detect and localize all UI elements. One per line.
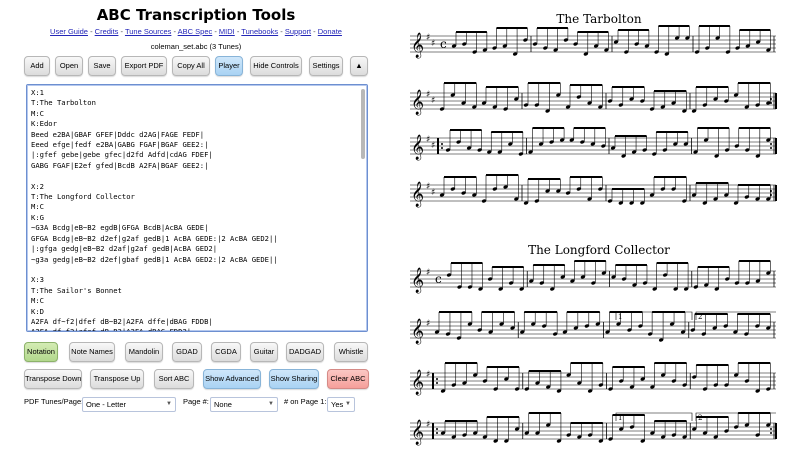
treble-clef-icon: 𝄞 [411,89,424,115]
sort-abc-button[interactable]: Sort ABC [154,369,194,389]
sharp-icon: ♯ [426,33,430,43]
link-support[interactable]: Support [285,27,311,36]
settings-button[interactable]: Settings [309,56,343,76]
repeat-dot [770,190,772,192]
save-button[interactable]: Save [88,56,116,76]
player-button[interactable]: Player [215,56,243,76]
gdad-button[interactable]: GDAD [172,342,202,362]
link-user-guide[interactable]: User Guide [50,27,88,36]
control-panel: ABC Transcription Tools User Guide - Cre… [0,0,392,459]
collapse-up-button[interactable]: ▲ [350,56,368,76]
dadgad-button[interactable]: DADGAD [286,342,324,362]
first-ending-number: 1 [618,414,622,422]
sharp-icon: ♯ [426,90,430,100]
editor-scrollbar[interactable] [361,89,365,159]
on-page-one-value: Yes [331,400,344,409]
repeat-dot [436,378,438,380]
repeat-dot [436,382,438,384]
on-page-one-label: # on Page 1: [284,397,327,406]
repeat-dot [770,428,772,430]
treble-clef-icon: 𝄞 [411,419,424,445]
treble-clef-icon: 𝄞 [411,32,424,58]
link-donate[interactable]: Donate [318,27,342,36]
sheet-music-panel: The Tarbolton The Longford Collector 𝄞 ♯ ♯… [398,0,800,459]
show-sharing-button[interactable]: Show Sharing [269,369,319,389]
sharp-icon: ♯ [426,370,430,380]
sheet-music-score: 𝄞 ♯♯ c𝄞 ♯♯𝄞 ♯♯𝄞 ♯♯𝄞 ♯ c𝄞 ♯1 2𝄞 ♯𝄞 ♯1 2 [410,25,777,445]
repeat-dot [441,143,443,145]
repeat-dot [436,428,438,430]
treble-clef-icon: 𝄞 [411,134,424,160]
chevron-down-icon: ▼ [345,401,351,407]
abc-editor-text[interactable]: X:1 T:The Tarbolton M:C K:Edor Beed e2BA… [31,88,363,331]
abc-editor[interactable]: X:1 T:The Tarbolton M:C K:Edor Beed e2BA… [26,84,368,332]
hide-controls-button[interactable]: Hide Controls [250,56,302,76]
repeat-dot [436,432,438,434]
help-links: User Guide - Credits - Tune Sources - AB… [50,27,342,36]
show-advanced-button[interactable]: Show Advanced [203,369,261,389]
app-title: ABC Transcription Tools [96,6,296,24]
sharp-icon: ♯ [426,182,430,192]
note-names-button[interactable]: Note Names [69,342,115,362]
sharp-icon: ♯ [431,39,435,49]
repeat-dot [770,194,772,196]
treble-clef-icon: 𝄞 [411,318,424,344]
cgda-button[interactable]: CGDA [211,342,241,362]
guitar-button[interactable]: Guitar [250,342,278,362]
treble-clef-icon: 𝄞 [411,369,424,395]
first-ending-bracket [615,311,693,320]
first-ending-number: 1 [618,313,622,321]
transpose-down-button[interactable]: Transpose Down [24,369,82,389]
common-time-icon: c [435,272,442,286]
sharp-icon: ♯ [426,135,430,145]
second-ending-number: 2 [698,414,702,422]
sharp-icon: ♯ [426,319,430,329]
copy-all-button[interactable]: Copy All [172,56,210,76]
link-tune-sources[interactable]: Tune Sources [125,27,171,36]
whistle-button[interactable]: Whistle [334,342,368,362]
chevron-down-icon: ▼ [268,401,274,407]
add-button[interactable]: Add [24,56,50,76]
treble-clef-icon: 𝄞 [411,181,424,207]
sharp-icon: ♯ [431,96,435,106]
repeat-dot [770,143,772,145]
transpose-up-button[interactable]: Transpose Up [90,369,144,389]
chevron-down-icon: ▼ [166,401,172,407]
sharp-icon: ♯ [431,188,435,198]
repeat-dot [770,102,772,104]
page-number-select[interactable]: None ▼ [210,397,278,412]
second-ending-number: 2 [698,313,702,321]
pdf-tunes-per-page-label: PDF Tunes/Page: [24,397,84,406]
clear-abc-button[interactable]: Clear ABC [327,369,369,389]
open-button[interactable]: Open [55,56,83,76]
link-abc-spec[interactable]: ABC Spec [178,27,213,36]
export-pdf-button[interactable]: Export PDF [121,56,167,76]
link-tunebooks[interactable]: Tunebooks [241,27,278,36]
pdf-tunes-per-page-value: One - Letter [86,400,127,409]
mandolin-button[interactable]: Mandolin [125,342,163,362]
on-page-one-select[interactable]: Yes ▼ [327,397,355,412]
file-name: coleman_set.abc (3 Tunes) [150,42,242,51]
pdf-tunes-per-page-select[interactable]: One - Letter ▼ [82,397,176,412]
sharp-icon: ♯ [426,420,430,430]
page-number-value: None [214,400,232,409]
notation-button[interactable]: Notation [24,342,58,362]
link-credits[interactable]: Credits [95,27,119,36]
treble-clef-icon: 𝄞 [411,267,424,293]
repeat-dot [770,98,772,100]
sharp-icon: ♯ [426,268,430,278]
sharp-icon: ♯ [431,141,435,151]
page-number-label: Page #: [183,397,209,406]
repeat-dot [770,432,772,434]
repeat-dot [441,147,443,149]
repeat-dot [770,147,772,149]
common-time-icon: c [440,37,447,51]
link-midi[interactable]: MIDI [219,27,235,36]
